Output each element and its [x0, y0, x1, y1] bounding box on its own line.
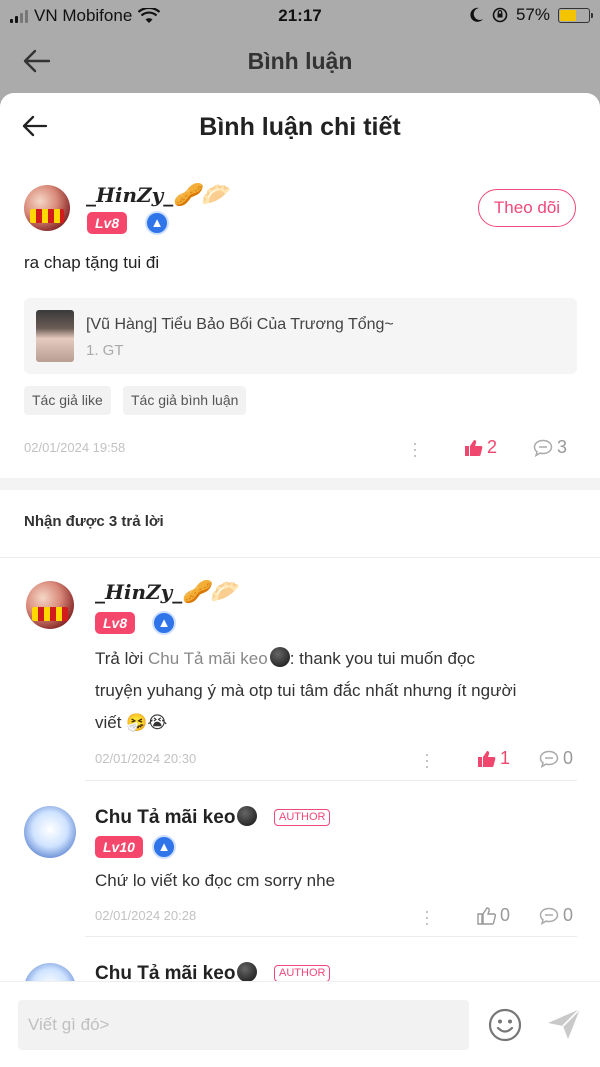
comment-input-bar	[0, 981, 600, 1067]
more-options-icon[interactable]: · · ·	[423, 745, 431, 775]
comment-count: 0	[563, 905, 574, 925]
divider	[85, 780, 577, 781]
username-text: Chu Tả mãi keo	[95, 807, 236, 828]
like-button[interactable]: 2	[464, 437, 497, 458]
comment-icon	[533, 439, 553, 457]
level-badge: Lv10	[95, 836, 143, 858]
author-badge: AUTHOR	[274, 809, 331, 826]
comment-count: 0	[563, 748, 574, 768]
comment-count: 3	[557, 437, 568, 457]
reply-date: 02/01/2024 20:28	[95, 908, 197, 923]
divider	[85, 936, 577, 937]
mention-link[interactable]: Chu Tả mãi keo	[148, 649, 268, 668]
dark-face-icon	[269, 647, 290, 667]
username-text: _HinZy_	[86, 183, 174, 207]
more-options-icon[interactable]: · · ·	[423, 902, 431, 932]
thumbs-up-icon	[465, 439, 483, 456]
reply-line-2: truyện yuhang ý mà otp tui tâm đắc nhất …	[95, 681, 517, 700]
author-badge: AUTHOR	[274, 965, 331, 982]
book-card[interactable]: [Vũ Hàng] Tiểu Bảo Bối Của Trương Tổng~ …	[24, 298, 577, 374]
username-text: _HinZy_	[95, 580, 183, 604]
book-chapter: 1. GT	[86, 342, 124, 359]
reply-text: Trả lời Chu Tả mãi keo : thank you tui mu…	[95, 643, 575, 739]
shield-icon: ▲	[152, 835, 176, 859]
divider	[0, 557, 600, 558]
dark-face-icon	[237, 806, 258, 826]
thumbs-up-icon	[478, 750, 496, 767]
dark-face-icon	[237, 962, 258, 982]
reply-username[interactable]: Chu Tả mãi keo	[95, 806, 258, 829]
sheet-header: Bình luận chi tiết	[0, 93, 600, 163]
like-count: 0	[500, 905, 511, 925]
reply-button[interactable]: 0	[539, 748, 573, 769]
reply-text: Chứ lo viết ko đọc cm sorry nhe	[95, 871, 336, 890]
shield-icon: ▲	[152, 611, 176, 635]
reply-date: 02/01/2024 20:30	[95, 751, 197, 766]
follow-button[interactable]: Theo dõi	[478, 189, 576, 227]
like-count: 1	[500, 748, 511, 768]
rotation-lock-icon	[492, 7, 508, 23]
like-button[interactable]: 1	[477, 748, 510, 769]
comment-icon	[539, 750, 559, 768]
reply-prefix: Trả lời	[95, 649, 149, 668]
background-title: Bình luận	[247, 48, 353, 74]
like-count: 2	[487, 437, 498, 457]
battery-percent: 57%	[515, 5, 550, 24]
send-icon[interactable]	[546, 1006, 582, 1042]
reply-line-1: : thank you tui muốn đọc	[289, 649, 475, 668]
page-title: Bình luận chi tiết	[199, 113, 401, 141]
level-badge: Lv8	[95, 612, 136, 634]
background-header: Bình luận	[0, 32, 600, 92]
status-bar: VN Mobifone 21:17 57%	[0, 0, 600, 32]
like-button[interactable]: 0	[477, 905, 510, 926]
avatar[interactable]	[24, 806, 76, 858]
shield-icon: ▲	[145, 211, 169, 235]
comment-date: 02/01/2024 19:58	[24, 440, 126, 455]
reply-username[interactable]: _HinZy_🥜🥟	[95, 579, 237, 605]
status-right: 57%	[470, 5, 593, 25]
username-emojis: 🥜🥟	[182, 579, 238, 605]
reply-line-3: viết 🤧😭	[95, 713, 168, 732]
avatar[interactable]	[26, 581, 74, 629]
comment-username[interactable]: _HinZy_🥜🥟	[86, 182, 228, 208]
tag-author-comment: Tác giả bình luận	[123, 386, 247, 415]
username-emojis: 🥜🥟	[173, 182, 229, 208]
moon-icon	[470, 7, 483, 22]
replies-header: Nhận được 3 trả lời	[24, 513, 164, 530]
tag-author-like: Tác giả like	[24, 386, 111, 415]
comment-icon	[539, 907, 559, 925]
more-options-icon[interactable]: · · ·	[411, 434, 419, 464]
thumbs-up-icon	[477, 906, 496, 925]
section-divider	[0, 478, 600, 490]
level-badge: Lv8	[87, 212, 128, 234]
comment-text: ra chap tặng tui đi	[24, 253, 160, 272]
reply-button[interactable]: 0	[539, 905, 573, 926]
battery-icon	[558, 7, 593, 23]
emoji-icon[interactable]	[488, 1008, 522, 1042]
book-cover-image	[36, 310, 74, 362]
reply-button[interactable]: 3	[533, 437, 567, 458]
avatar[interactable]	[24, 185, 70, 231]
comment-detail-sheet: Bình luận chi tiết _HinZy_🥜🥟 Lv8 ▲ Theo …	[0, 93, 600, 1067]
book-title: [Vũ Hàng] Tiểu Bảo Bối Của Trương Tổng~	[86, 316, 394, 333]
comment-input[interactable]	[18, 1000, 469, 1050]
